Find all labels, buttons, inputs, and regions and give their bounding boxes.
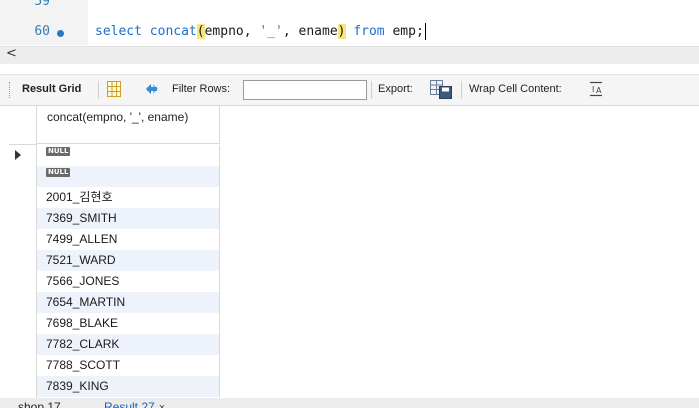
cell-value: 7521_WARD [46, 253, 116, 267]
table-row[interactable]: 7499_ALLEN [9, 229, 220, 250]
tab-shop[interactable]: shop 17 [18, 400, 61, 408]
toolbar-grip[interactable] [9, 82, 12, 98]
panel-separator[interactable] [0, 64, 699, 74]
line-number: 60 [34, 24, 50, 39]
arg-ename: , ename [282, 24, 338, 39]
result-toolbar: Result Grid Filter Rows: Export: Wrap Ce… [0, 74, 699, 106]
filter-rows-input[interactable] [243, 80, 367, 100]
grid-corner[interactable] [9, 106, 36, 145]
table-row[interactable]: 7566_JONES [9, 271, 220, 292]
table-cell[interactable]: 7521_WARD [37, 250, 220, 271]
cell-value: 7839_KING [46, 379, 109, 393]
line-number: 59 [34, 0, 50, 9]
row-header[interactable] [9, 166, 36, 187]
arg-empno: empno, [204, 24, 260, 39]
toolbar-divider [461, 81, 462, 99]
scroll-left-icon[interactable]: < [6, 46, 17, 61]
tab-result-label: Result 27 [104, 400, 155, 408]
row-header[interactable] [9, 187, 36, 208]
result-grid-label[interactable]: Result Grid [22, 83, 81, 95]
row-header[interactable] [9, 145, 36, 166]
row-header[interactable] [9, 292, 36, 313]
cell-value: 7788_SCOTT [46, 358, 121, 372]
table-cell[interactable]: 7788_SCOTT [37, 355, 220, 376]
cell-value: 7654_MARTIN [46, 295, 126, 309]
tab-result[interactable]: Result 27 × [104, 400, 165, 408]
svg-text:I: I [592, 85, 594, 94]
table-cell[interactable]: 7654_MARTIN [37, 292, 220, 313]
cell-value: 7782_CLARK [46, 337, 120, 351]
refresh-icon[interactable] [143, 80, 161, 98]
table-cell[interactable]: 7698_BLAKE [37, 313, 220, 334]
result-grid[interactable]: concat(empno, '_', ename) NULL NULL 2001_김… [9, 106, 221, 408]
editor-horizontal-scrollbar[interactable]: < [0, 46, 699, 65]
sql-statement[interactable]: select concat(empno, '_', ename) from em… [95, 23, 426, 40]
table-cell[interactable]: 7369_SMITH [37, 208, 220, 229]
filter-rows-label: Filter Rows: [172, 83, 231, 95]
row-header[interactable] [9, 376, 36, 397]
svg-text:A: A [596, 86, 602, 95]
table-row[interactable]: 7782_CLARK [9, 334, 220, 355]
null-badge: NULL [46, 168, 71, 177]
table-cell[interactable]: 7839_KING [37, 376, 220, 397]
cell-value: 2001_김현호 [46, 190, 113, 204]
toolbar-divider [98, 81, 99, 99]
row-header[interactable] [9, 313, 36, 334]
close-icon[interactable]: × [159, 402, 165, 408]
table-row[interactable]: 7521_WARD [9, 250, 220, 271]
export-label: Export: [378, 83, 413, 95]
table-row[interactable]: 2001_김현호 [9, 187, 220, 208]
wrap-cell-label: Wrap Cell Content: [469, 83, 562, 95]
table-row[interactable]: NULL [9, 145, 220, 166]
close-paren: ) [337, 24, 346, 39]
keyword-select: select [95, 24, 142, 39]
cell-value: 7566_JONES [46, 274, 120, 288]
null-badge: NULL [46, 147, 71, 156]
toolbar-divider [371, 81, 372, 99]
current-row-arrow-icon [15, 150, 21, 160]
column-header[interactable]: concat(empno, '_', ename) [37, 106, 220, 144]
table-row[interactable]: NULL [9, 166, 220, 187]
keyword-from: from [353, 24, 385, 39]
sql-editor[interactable]: 59 60 select concat(empno, '_', ename) f… [0, 0, 699, 45]
table-cell[interactable]: 7782_CLARK [37, 334, 220, 355]
result-tabs: shop 17 Result 27 × [0, 398, 699, 408]
table-cell[interactable]: 7499_ALLEN [37, 229, 220, 250]
cell-value: 7369_SMITH [46, 211, 117, 225]
table-cell[interactable]: NULL [37, 166, 220, 187]
open-paren: ( [196, 24, 205, 39]
row-header[interactable] [9, 229, 36, 250]
text-caret [424, 23, 426, 40]
cell-value: 7698_BLAKE [46, 316, 119, 330]
wrap-icon[interactable]: I A [589, 81, 603, 97]
table-cell[interactable]: 7566_JONES [37, 271, 220, 292]
table-cell[interactable]: NULL [37, 145, 220, 166]
table-row[interactable]: 7788_SCOTT [9, 355, 220, 376]
export-icon[interactable] [430, 80, 452, 99]
function-concat: concat [149, 24, 197, 39]
table-row[interactable]: 7369_SMITH [9, 208, 220, 229]
current-statement-marker-icon [57, 30, 64, 37]
table-row[interactable]: 7654_MARTIN [9, 292, 220, 313]
row-header[interactable] [9, 271, 36, 292]
table-cell[interactable]: 2001_김현호 [37, 187, 220, 208]
table-row[interactable]: 7698_BLAKE [9, 313, 220, 334]
grid-icon[interactable] [107, 81, 121, 97]
row-header[interactable] [9, 250, 36, 271]
row-header[interactable] [9, 355, 36, 376]
table-row[interactable]: 7839_KING [9, 376, 220, 397]
string-literal: '_' [259, 24, 283, 39]
row-header[interactable] [9, 208, 36, 229]
row-header[interactable] [9, 334, 36, 355]
cell-value: 7499_ALLEN [46, 232, 118, 246]
table-name: emp; [392, 24, 424, 39]
